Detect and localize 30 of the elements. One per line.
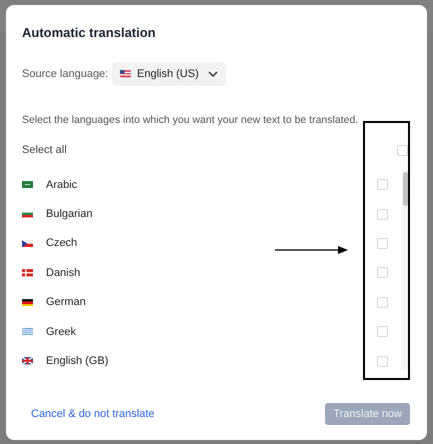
flag-icon [22,240,33,248]
checkbox[interactable] [377,238,388,249]
flag-icon [22,210,33,218]
flag-icon [22,357,33,365]
instruction-text: Select the languages into which you want your new text to be translated. [22,114,360,126]
dialog-title: Automatic translation [22,25,157,40]
language-name: Czech [46,237,78,250]
language-dropdown[interactable]: English (US) [112,62,226,86]
checkbox[interactable] [377,208,388,220]
flag-icon [120,70,131,78]
language-name: Danish [46,266,82,279]
flag-icon [22,298,33,306]
flag-icon [22,269,33,277]
checkbox[interactable] [377,356,388,367]
language-name: Greek [46,326,77,338]
checkbox[interactable] [377,267,388,278]
language-name: English (GB) [46,355,110,368]
flag-icon [22,180,33,188]
checkbox[interactable] [377,296,388,308]
checkbox[interactable] [377,326,388,338]
language-name: German [46,296,87,308]
language-name: Bulgarian [46,208,94,220]
select-all-label: Select all [22,144,67,156]
chevron-down-icon [208,71,218,77]
checkbox[interactable] [377,179,388,190]
language-name: Arabic [46,178,78,191]
checkbox[interactable] [397,144,408,156]
field-label: Source language: [22,68,110,80]
cancel-link[interactable]: Cancel & do not translate [31,408,155,420]
flag-icon [22,328,33,336]
